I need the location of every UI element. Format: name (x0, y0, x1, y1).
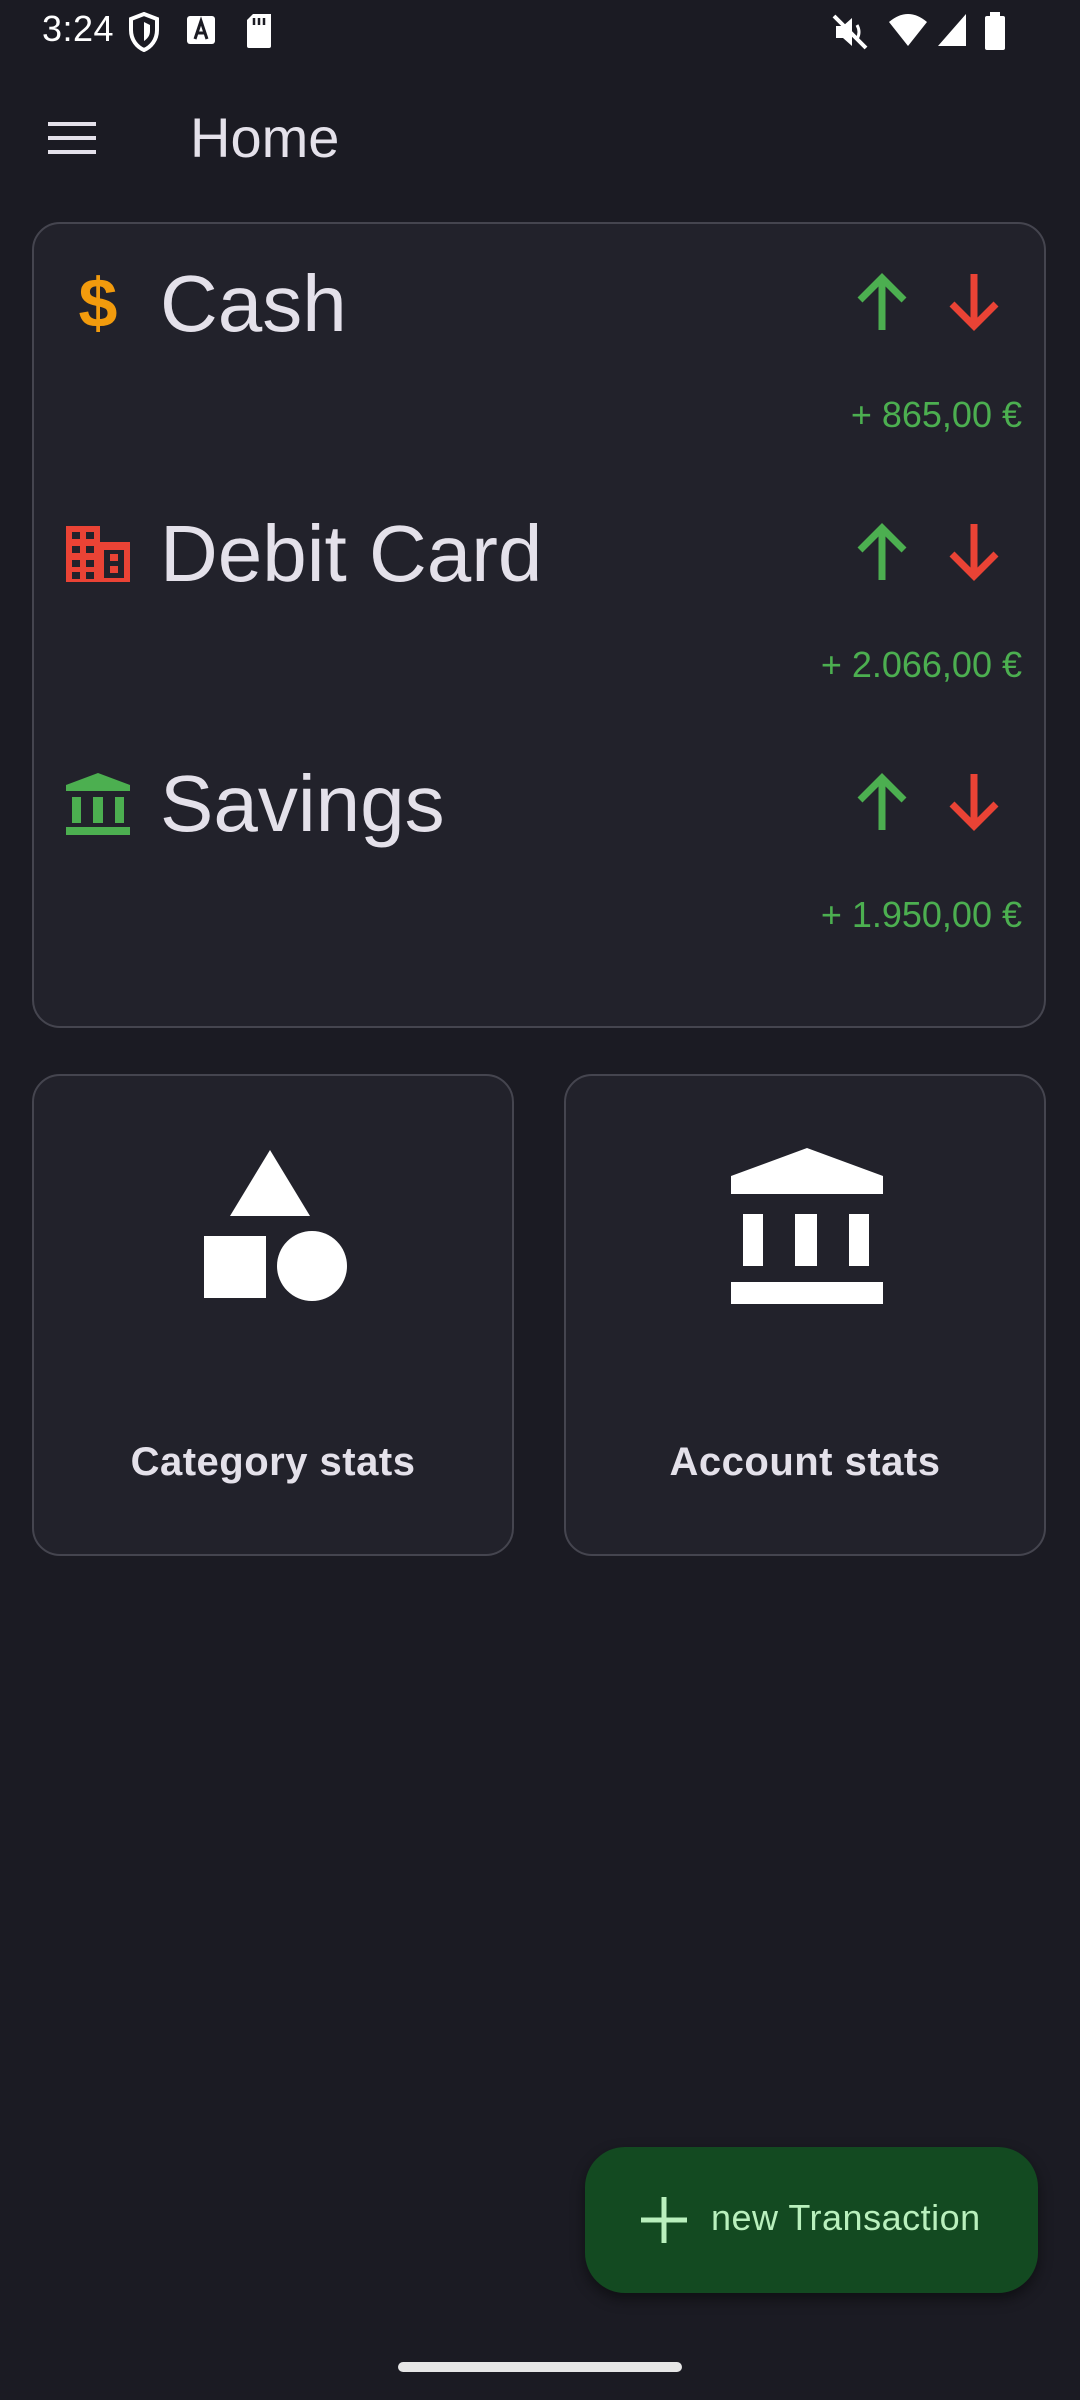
new-transaction-button[interactable]: new Transaction (585, 2147, 1038, 2293)
arrow-down-icon (949, 774, 999, 831)
account-balance: + 1.950,00 € (820, 894, 1022, 935)
account-row-savings[interactable]: Savings + 1.950,00 € (34, 724, 1048, 974)
bank-icon (62, 768, 134, 840)
dollar-icon: $ (62, 268, 134, 340)
battery-icon (984, 12, 1006, 57)
new-transaction-label: new Transaction (711, 2197, 981, 2238)
arrow-up-icon (857, 273, 907, 330)
account-row-cash[interactable]: $ Cash + 865,00 € (34, 224, 1048, 474)
wifi-icon (888, 12, 928, 53)
account-stats-label: Account stats (669, 1440, 941, 1484)
status-time: 3:24 (42, 8, 115, 49)
arrow-up-icon (857, 523, 907, 580)
shapes-icon (34, 1136, 516, 1316)
account-name: Cash (160, 259, 347, 348)
svg-text:$: $ (79, 271, 118, 337)
home-indicator[interactable] (398, 2362, 682, 2372)
plus-icon (641, 2197, 687, 2243)
expense-button[interactable] (934, 762, 1014, 842)
building-icon (62, 518, 134, 590)
cellular-signal-icon (936, 12, 968, 53)
income-button[interactable] (842, 762, 922, 842)
account-balance: + 2.066,00 € (820, 644, 1022, 685)
arrow-down-icon (949, 274, 999, 331)
account-stats-card[interactable]: Account stats (564, 1074, 1046, 1556)
arrow-up-icon (857, 773, 907, 830)
income-button[interactable] (842, 512, 922, 592)
page-title: Home (190, 106, 340, 169)
bank-icon (566, 1136, 1048, 1316)
status-bar: 3:24 (0, 0, 1080, 64)
mute-icon (830, 12, 870, 57)
account-row-debit-card[interactable]: Debit Card + 2.066,00 € (34, 474, 1048, 724)
income-button[interactable] (842, 262, 922, 342)
accounts-card: $ Cash + 865,00 € Debit Card + 2.066,00 … (32, 222, 1046, 1028)
font-a-icon (186, 12, 216, 53)
expense-button[interactable] (934, 512, 1014, 592)
expense-button[interactable] (934, 262, 1014, 342)
hamburger-menu-icon (48, 122, 96, 154)
category-stats-label: Category stats (130, 1440, 416, 1484)
account-name: Debit Card (160, 509, 543, 598)
menu-button[interactable] (36, 102, 108, 174)
account-name: Savings (160, 759, 445, 848)
account-balance: + 865,00 € (850, 394, 1022, 435)
sd-card-icon (244, 12, 274, 55)
shield-icon (128, 11, 160, 57)
app-bar: Home (0, 64, 1080, 212)
category-stats-card[interactable]: Category stats (32, 1074, 514, 1556)
arrow-down-icon (949, 524, 999, 581)
